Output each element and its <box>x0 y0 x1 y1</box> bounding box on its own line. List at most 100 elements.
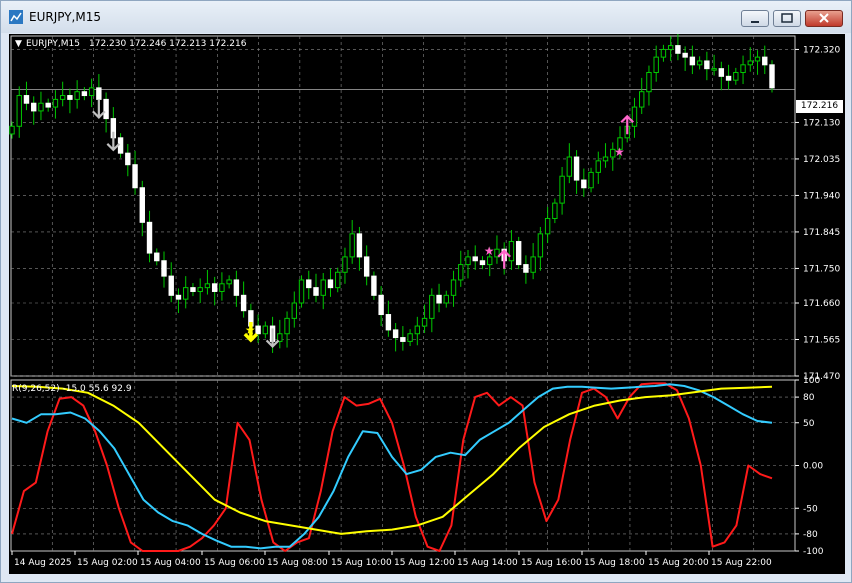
candle-body <box>450 279 457 296</box>
candle-body <box>696 60 703 66</box>
minimize-icon <box>751 21 759 23</box>
candle-body <box>211 283 218 292</box>
indicator-lines <box>11 382 773 552</box>
candle-body <box>711 68 717 71</box>
candle-body <box>313 287 319 296</box>
candle-body <box>407 333 413 342</box>
title-bar[interactable]: EURJPY,M15 <box>1 1 851 33</box>
x-tick-label: 15 Aug 14:00 <box>457 558 518 568</box>
candle-body <box>682 52 688 58</box>
terminal-window: EURJPY,M15 ★ ★ ★ 172.320 172.130 172.035 171.… <box>0 0 852 583</box>
candle-body <box>306 279 312 289</box>
candle-body <box>175 294 182 300</box>
minimize-button[interactable] <box>741 10 769 27</box>
candle-body <box>414 325 421 335</box>
candle-body <box>255 325 261 335</box>
price-chart[interactable]: ★ ★ ★ 172.320172.130172.035171.940171.8451… <box>9 34 845 574</box>
close-button[interactable] <box>805 10 843 27</box>
candle-body <box>660 48 667 58</box>
x-tick-label: 14 Aug 2025 <box>14 558 72 568</box>
candle-body <box>320 279 326 296</box>
candle-body <box>725 75 732 81</box>
main-pane-frame <box>10 35 796 377</box>
price-axis: 172.320 172.130 172.035 171.940 171.845 171.7… <box>795 45 840 382</box>
candle-body <box>740 64 746 73</box>
candle-body <box>298 279 305 304</box>
indicator-tick-label: -50 <box>803 504 818 514</box>
candle-body <box>595 160 601 173</box>
candle-body <box>161 260 167 277</box>
chart-app-icon <box>9 10 23 24</box>
candle-body <box>718 68 725 77</box>
close-icon <box>819 13 829 23</box>
ohlc-header: 172.230 172.246 172.213 172.216 <box>89 39 247 49</box>
candle-body <box>588 171 594 189</box>
x-tick-label: 15 Aug 16:00 <box>521 558 582 568</box>
x-tick-label: 15 Aug 18:00 <box>584 558 645 568</box>
y-tick-label: 171.940 <box>803 191 840 201</box>
candle-body <box>52 98 59 108</box>
maximize-button[interactable] <box>773 10 801 27</box>
candle-body <box>190 287 196 292</box>
candle-body <box>458 264 464 281</box>
candle-body <box>378 294 384 316</box>
indicator-tick-label: 100 <box>803 376 820 386</box>
x-tick-label: 15 Aug 02:00 <box>77 558 138 568</box>
candle-body <box>515 241 522 266</box>
candle-body <box>59 95 66 100</box>
candle-body <box>204 283 211 289</box>
y-tick-label: 171.750 <box>803 264 840 274</box>
indicator-tick-label: 50 <box>803 419 815 429</box>
candle-body <box>88 87 95 97</box>
indicator-tick-label: 0.00 <box>803 462 823 472</box>
candle-body <box>465 256 471 266</box>
candle-body <box>240 294 247 312</box>
candle-body <box>675 45 681 54</box>
svg-text:★: ★ <box>484 244 495 258</box>
arrow-down-marker <box>106 131 121 152</box>
candle-body <box>23 95 30 104</box>
time-axis: 14 Aug 2025 15 Aug 02:00 15 Aug 04:00 15 Au… <box>11 551 772 568</box>
candle-body <box>400 337 406 342</box>
candle-body <box>436 294 442 304</box>
chart-menu-triangle[interactable]: ▼ <box>15 39 22 49</box>
indicator-tick-label: -100 <box>803 547 824 557</box>
candle-body <box>769 64 775 89</box>
candle-body <box>103 98 109 120</box>
svg-text:★: ★ <box>245 323 256 337</box>
chart-area[interactable]: ★ ★ ★ 172.320 172.130 172.035 171.940 171.845 1… <box>9 34 845 574</box>
candle-body <box>219 283 225 292</box>
candle-body <box>581 179 587 189</box>
candle-body <box>487 256 493 266</box>
y-tick-label: 171.565 <box>803 336 840 346</box>
candle-body <box>508 241 515 262</box>
candlestick-series <box>9 34 775 353</box>
candle-body <box>74 91 80 100</box>
star-marker: ★ <box>614 145 625 159</box>
indicator-axis: 100 80 50 0.00 -50 -80 -100 <box>795 376 824 557</box>
candle-body <box>335 271 341 289</box>
candle-body <box>523 264 529 273</box>
x-tick-label: 15 Aug 08:00 <box>267 558 328 568</box>
candle-body <box>125 152 131 166</box>
candle-body <box>530 256 536 273</box>
candle-body <box>291 302 297 319</box>
candle-body <box>349 233 355 258</box>
candle-body <box>479 260 486 266</box>
candle-body <box>667 45 674 50</box>
candle-body <box>226 279 232 285</box>
candle-body <box>733 71 739 81</box>
current-price-label: 172.216 <box>796 100 843 113</box>
y-tick-label: 172.130 <box>803 118 840 128</box>
candle-body <box>639 91 645 108</box>
candle-body <box>284 317 290 335</box>
x-tick-label: 15 Aug 04:00 <box>140 558 201 568</box>
candle-body <box>443 294 449 304</box>
candle-body <box>704 60 710 70</box>
arrow-up-marker <box>497 249 511 269</box>
candle-body <box>747 60 753 66</box>
candle-body <box>631 106 638 127</box>
candle-body <box>81 91 88 97</box>
x-tick-label: 15 Aug 22:00 <box>711 558 772 568</box>
candle-body <box>183 287 189 300</box>
